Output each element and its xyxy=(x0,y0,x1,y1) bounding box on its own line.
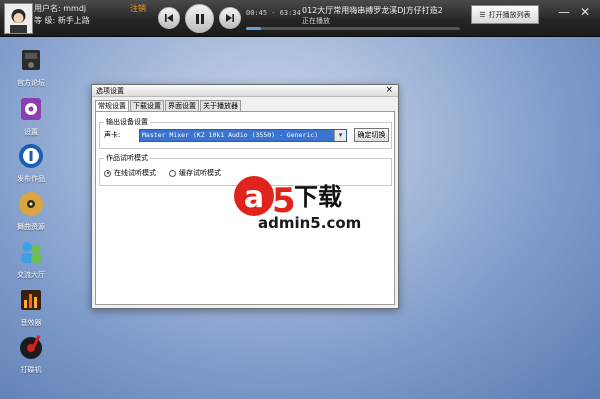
dialog-close-button[interactable]: × xyxy=(385,85,393,95)
tab-about[interactable]: 关于播放器 xyxy=(200,100,241,111)
sidebar-label-equalizer: 音效器 xyxy=(20,319,42,327)
sound-card-select[interactable]: Master Mixer (KZ 10k1 Audio (3550) - Gen… xyxy=(139,129,347,142)
settings-icon xyxy=(21,98,41,120)
user-info: 用户名: mmdj 等 级: 新手上路 xyxy=(34,3,90,27)
equalizer-icon xyxy=(21,290,41,310)
output-device-group: 输出设备设置 声卡: Master Mixer (KZ 10k1 Audio (… xyxy=(99,117,392,149)
avatar[interactable] xyxy=(4,3,33,34)
minimize-button[interactable]: — xyxy=(558,6,570,18)
dialog-titlebar[interactable]: 选项设置 × xyxy=(92,85,398,97)
confirm-switch-button[interactable]: 确定切换 xyxy=(354,128,389,142)
turntable-icon xyxy=(20,335,42,359)
sidebar-label-chat: 交流大厅 xyxy=(17,271,45,279)
sidebar-item-forum[interactable]: 官方论坛 xyxy=(8,46,54,88)
upload-icon xyxy=(19,144,43,168)
previous-button[interactable] xyxy=(158,7,180,29)
sidebar-label-turntable: 打碟机 xyxy=(20,366,42,374)
music-icon xyxy=(19,192,43,216)
sidebar-item-equalizer[interactable]: 音效器 xyxy=(8,286,54,328)
sidebar-item-music[interactable]: 舞曲资源 xyxy=(8,190,54,232)
chat-icon xyxy=(21,242,42,263)
open-playlist-button[interactable]: ☰ 打开播放列表 xyxy=(471,5,539,24)
logout-link[interactable]: 注销 xyxy=(130,3,146,14)
username-text: 用户名: mmdj xyxy=(34,4,87,13)
radio-cache-button[interactable] xyxy=(169,169,176,177)
list-icon: ☰ xyxy=(479,10,486,19)
radio-online-label: 在线试听模式 xyxy=(114,169,156,177)
sidebar-label-publish: 发布作品 xyxy=(17,175,45,183)
player-bar: 用户名: mmdj 等 级: 新手上路 注销 00:45 - 63:34 012… xyxy=(0,0,600,37)
progress-bar[interactable] xyxy=(246,27,460,30)
chevron-down-icon[interactable]: ▾ xyxy=(334,130,346,141)
options-dialog: 选项设置 × 常规设置 下载设置 界面设置 关于播放器 输出设备设置 声卡: M… xyxy=(91,84,399,309)
dialog-title: 选项设置 xyxy=(96,87,124,95)
forum-icon xyxy=(22,50,40,70)
song-title: 012大厅常用嗨串搏罗龙溪DJ方仔打造2 xyxy=(302,6,443,15)
sidebar-item-settings[interactable]: 设置 xyxy=(8,95,54,137)
user-level-text: 等 级: 新手上路 xyxy=(34,16,90,25)
playback-status: 正在播放 xyxy=(302,17,330,25)
next-button[interactable] xyxy=(219,7,241,29)
progress-fill xyxy=(246,27,261,30)
output-group-title: 输出设备设置 xyxy=(104,117,150,127)
tab-panel-general: 输出设备设置 声卡: Master Mixer (KZ 10k1 Audio (… xyxy=(95,111,395,305)
dialog-tabs: 常规设置 下载设置 界面设置 关于播放器 xyxy=(95,100,242,112)
sidebar-item-turntable[interactable]: 打碟机 xyxy=(8,333,54,375)
tab-interface[interactable]: 界面设置 xyxy=(165,100,199,111)
open-playlist-label: 打开播放列表 xyxy=(488,10,531,19)
sound-card-label: 声卡: xyxy=(104,131,121,139)
radio-online-preview[interactable]: 在线试听模式 xyxy=(104,168,156,178)
radio-online-button[interactable] xyxy=(104,169,111,177)
sidebar-label-music: 舞曲资源 xyxy=(17,223,45,231)
tab-download[interactable]: 下载设置 xyxy=(130,100,164,111)
playback-time: 00:45 - 63:34 xyxy=(246,9,301,17)
sidebar-item-publish[interactable]: 发布作品 xyxy=(8,142,54,184)
radio-cache-preview[interactable]: 缓存试听模式 xyxy=(169,168,221,178)
sidebar-label-forum: 官方论坛 xyxy=(17,79,45,87)
pause-button[interactable] xyxy=(185,4,214,33)
preview-mode-group: 作品试听模式 在线试听模式 缓存试听模式 xyxy=(99,153,392,186)
next-icon xyxy=(226,14,234,22)
sidebar-item-chat[interactable]: 交流大厅 xyxy=(8,238,54,280)
radio-cache-label: 缓存试听模式 xyxy=(179,169,221,177)
previous-icon xyxy=(165,14,173,22)
close-window-button[interactable]: ✕ xyxy=(580,6,590,18)
pause-icon xyxy=(195,13,204,24)
sound-card-value: Master Mixer (KZ 10k1 Audio (3550) - Gen… xyxy=(142,131,319,139)
preview-group-title: 作品试听模式 xyxy=(104,153,150,163)
sidebar-label-settings: 设置 xyxy=(24,128,38,136)
